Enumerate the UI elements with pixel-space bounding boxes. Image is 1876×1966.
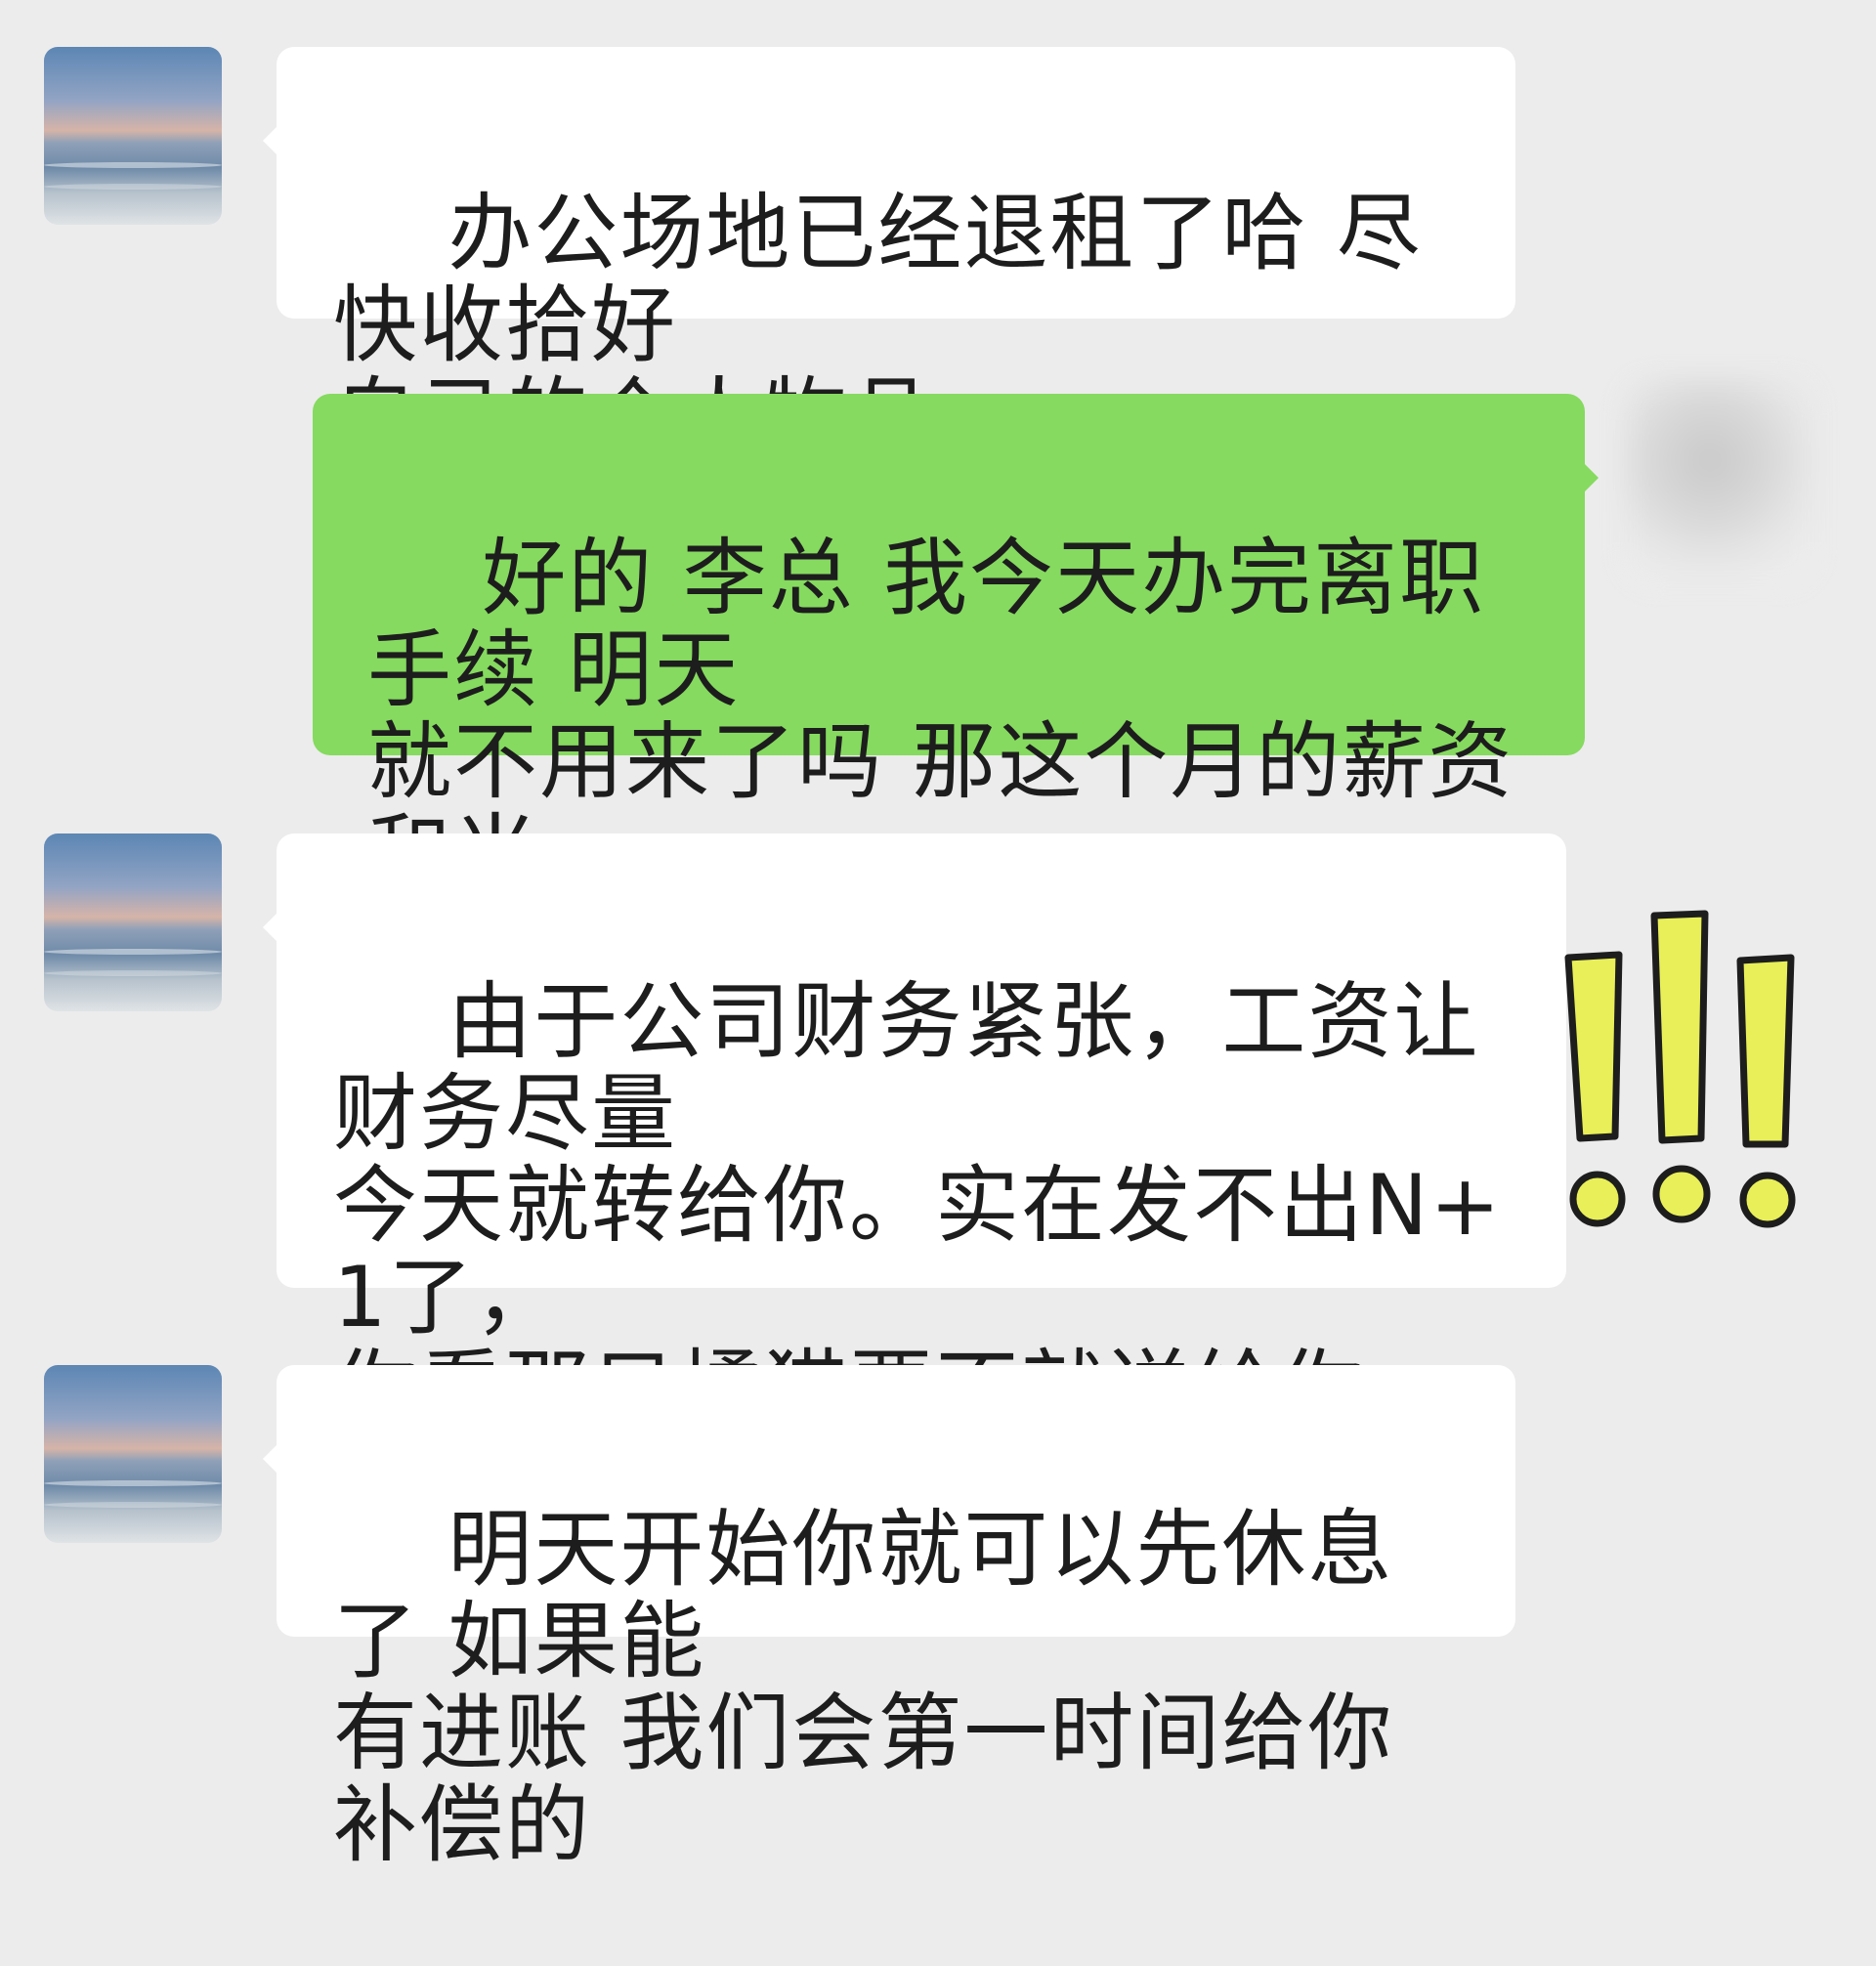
contact-avatar[interactable]: [44, 1365, 222, 1543]
message-bubble-incoming[interactable]: 由于公司财务紧张，工资让财务尽量 今天就转给你。实在发不出N+1了， 你看那只橘…: [263, 833, 1566, 1619]
contact-avatar[interactable]: [44, 833, 222, 1011]
contact-avatar[interactable]: [44, 47, 222, 225]
message-bubble-incoming[interactable]: 办公场地已经退租了哈 尽快收拾好 自己的个人物品: [263, 47, 1515, 463]
message-bubble-incoming[interactable]: 明天开始你就可以先休息了 如果能 有进账 我们会第一时间给你补偿的: [263, 1365, 1515, 1871]
message-bubble-outgoing[interactable]: 好的 李总 我今天办完离职手续 明天 就不用来了吗 那这个月的薪资和当 时承诺的…: [313, 394, 1599, 992]
message-text: 明天开始你就可以先休息了 如果能 有进账 我们会第一时间给你补偿的: [333, 1501, 1394, 1874]
chat-area: 办公场地已经退租了哈 尽快收拾好 自己的个人物品 好的 李总 我今天办完离职手续…: [0, 0, 1876, 1871]
blurred-self-avatar[interactable]: [1622, 376, 1817, 586]
triple-exclamation-sticker: [1564, 910, 1796, 1228]
